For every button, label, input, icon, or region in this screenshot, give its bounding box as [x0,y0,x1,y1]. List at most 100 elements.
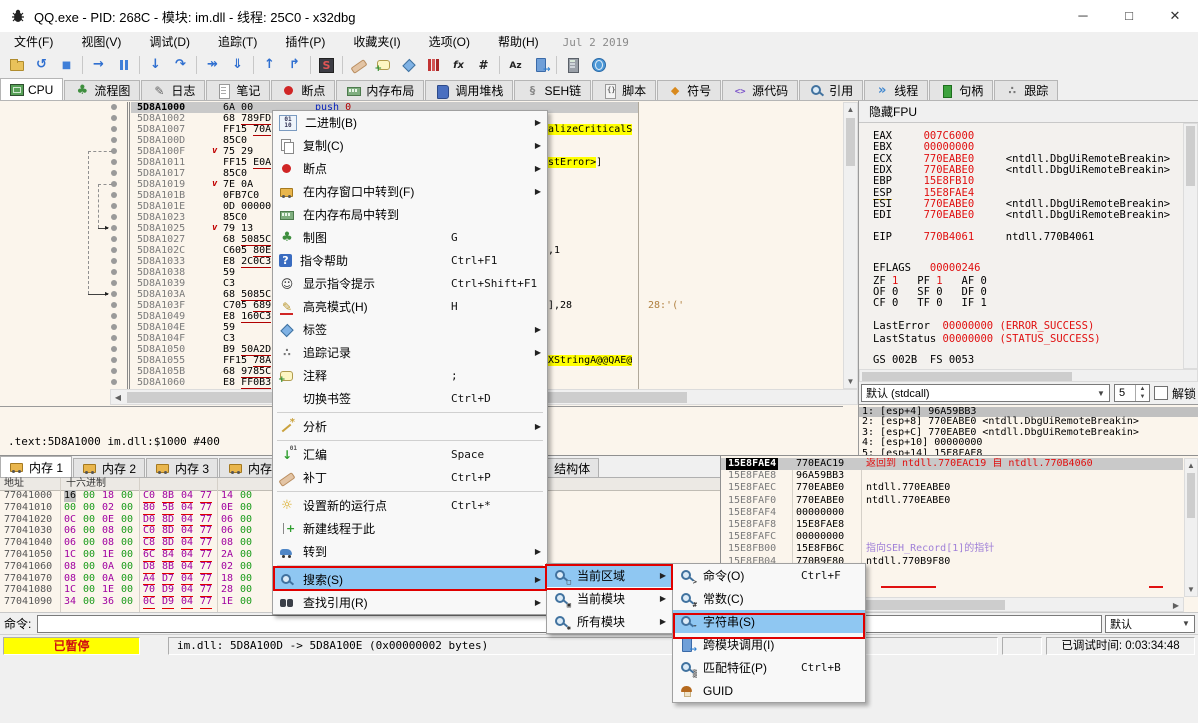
menu-item-highlight-mode[interactable]: 高亮模式(H)H [273,295,547,318]
breakpoint-dot-icon[interactable] [111,115,117,121]
toolbar-button-syscall-phone[interactable] [528,54,553,76]
calling-convention-select[interactable]: 默认 (stdcall) ▼ [861,384,1110,402]
register-row-eflags[interactable]: EFLAGS 00000246 [873,262,980,274]
close-button[interactable]: ✕ [1152,0,1198,32]
registers-view[interactable]: EAX 007C6000EBX 00000000ECX 770EABE0 <nt… [859,123,1183,369]
breakpoint-dot-icon[interactable] [111,291,117,297]
toolbar-button-pause[interactable] [111,54,136,76]
hide-fpu-button[interactable]: 隐藏FPU [859,101,1198,123]
command-mode-select[interactable]: 默认 ▼ [1105,615,1195,633]
menu-item-instruction-help[interactable]: 指令帮助Ctrl+F1 [273,249,547,272]
menu-item-label[interactable]: 标签▶ [273,318,547,341]
toolbar-button-function[interactable] [446,54,471,76]
menu-item-current-region[interactable]: □当前区域▶ [547,564,672,587]
register-row-eax[interactable]: EAX 007C6000 [873,130,974,142]
tab-handles[interactable]: 句柄 [929,80,993,100]
menu-item-current-module[interactable]: ▣当前模块▶ [547,587,672,610]
breakpoint-dot-icon[interactable] [111,203,117,209]
toolbar-button-run-to-user-code[interactable] [282,54,307,76]
register-row-edx[interactable]: EDX 770EABE0 <ntdll.DbgUiRemoteBreakin> [873,164,1170,176]
register-row-ebp[interactable]: EBP 15E8FB10 [873,175,974,187]
arguments-view[interactable]: 1: [esp+4] 96A59BB32: [esp+8] 770EABE0 <… [859,404,1198,456]
tab-symbols[interactable]: 符号 [657,80,721,100]
menu-item-constant[interactable]: #常数(C) [673,587,865,610]
toolbar-button-step-over[interactable] [168,54,193,76]
tab-call-stack[interactable]: 调用堆栈 [425,80,513,100]
segment-registers-row[interactable]: GS 002B FS 0053 [873,354,974,366]
breakpoint-dot-icon[interactable] [111,214,117,220]
tab-breakpoints[interactable]: 断点 [271,80,335,100]
menu-item-string-references[interactable]: ❞字符串(S) [673,610,865,633]
menu-item-search[interactable]: 搜索(S)▶ [273,568,547,591]
tab-graph[interactable]: 流程图 [64,80,140,100]
breakpoint-dot-icon[interactable] [111,104,117,110]
menu-item-show-instruction-tips[interactable]: 显示指令提示Ctrl+Shift+F1 [273,272,547,295]
menu-item-toggle-bookmark[interactable]: 切换书签Ctrl+D [273,387,547,410]
menu-item-pattern[interactable]: ▒匹配特征(P)Ctrl+B [673,656,865,679]
menu-item-analysis[interactable]: 分析▶ [273,415,547,438]
tab-notes[interactable]: 笔记 [206,80,270,100]
breakpoint-dot-icon[interactable] [111,192,117,198]
toolbar-button-execute-till-return[interactable] [225,54,250,76]
menu-item-breakpoint[interactable]: 断点▶ [273,157,547,180]
toolbar-button-step-out[interactable] [257,54,282,76]
breakpoint-dot-icon[interactable] [111,302,117,308]
argument-count-stepper[interactable]: 5 ▲▼ [1114,384,1150,402]
toolbar-button-restart[interactable] [29,54,54,76]
breakpoint-dot-icon[interactable] [111,126,117,132]
toolbar-button-open-folder[interactable] [4,54,29,76]
dump-tab-dump-2[interactable]: 内存 2 [73,458,145,477]
breakpoint-dot-icon[interactable] [111,137,117,143]
menubar-item-2[interactable]: 调试(D) [135,32,204,52]
menu-item-guid[interactable]: GUID [673,679,865,702]
menubar-item-7[interactable]: 帮助(H) [484,32,553,52]
stack-row[interactable]: 15E8FAF400000000 [721,507,1183,519]
stack-row[interactable]: 15E8FAE4770EAC19返回到 ntdll.770EAC19 自 ntd… [721,458,1183,470]
menu-item-set-new-origin[interactable]: 设置新的运行点Ctrl+* [273,494,547,517]
register-row-eip[interactable]: EIP 770B4061 ntdll.770B4061 [873,231,1094,243]
breakpoint-dot-icon[interactable] [111,225,117,231]
breakpoint-dot-icon[interactable] [111,159,117,165]
menu-item-assemble[interactable]: 汇编Space [273,443,547,466]
tab-seh-chain[interactable]: SEH链 [514,80,591,100]
breakpoint-dot-icon[interactable] [111,170,117,176]
menu-item-command[interactable]: >命令(O)Ctrl+F [673,564,865,587]
menubar-item-4[interactable]: 插件(P) [271,32,339,52]
stepper-arrows-icon[interactable]: ▲▼ [1135,385,1149,401]
breakpoint-dot-icon[interactable] [111,324,117,330]
menubar-item-3[interactable]: 追踪(T) [204,32,271,52]
toolbar-button-internet[interactable] [585,54,610,76]
toolbar-button-step-into[interactable] [143,54,168,76]
stack-row[interactable]: 15E8FAF0770EABE0ntdll.770EABE0 [721,495,1183,507]
breakpoint-dot-icon[interactable] [111,357,117,363]
menu-item-copy[interactable]: 复制(C)▶ [273,134,547,157]
register-row-ecx[interactable]: ECX 770EABE0 <ntdll.DbgUiRemoteBreakin> [873,153,1170,165]
breakpoint-dot-icon[interactable] [111,258,117,264]
menu-item-graph[interactable]: 制图G [273,226,547,249]
breakpoint-dot-icon[interactable] [111,236,117,242]
menubar-item-6[interactable]: 选项(O) [415,32,484,52]
breakpoint-dot-icon[interactable] [111,346,117,352]
breakpoint-dot-icon[interactable] [111,313,117,319]
toolbar-button-trace-into[interactable] [200,54,225,76]
stack-row[interactable]: 15E8FAEC770EABE0ntdll.770EABE0 [721,482,1183,494]
stack-row[interactable]: 15E8FAE896A59BB3 [721,470,1183,482]
toolbar-button-strings-badge[interactable] [314,54,339,76]
menu-item-intermodular-calls[interactable]: 跨模块调用(I) [673,633,865,656]
toolbar-button-comment[interactable] [371,54,396,76]
register-row-esi[interactable]: ESI 770EABE0 <ntdll.DbgUiRemoteBreakin> [873,198,1170,210]
menu-item-goto[interactable]: 转到▶ [273,540,547,563]
breakpoint-dot-icon[interactable] [111,379,117,385]
breakpoint-dot-icon[interactable] [111,335,117,341]
breakpoint-dot-icon[interactable] [111,269,117,275]
menubar-item-0[interactable]: 文件(F) [0,32,67,52]
toolbar-button-constant[interactable] [471,54,496,76]
tab-cpu[interactable]: CPU [0,78,63,100]
unlock-checkbox[interactable] [1154,386,1168,400]
menu-item-trace-record[interactable]: 追踪记录▶ [273,341,547,364]
stack-vscrollbar[interactable]: ▲ ▼ [1184,458,1198,597]
toolbar-button-run[interactable] [86,54,111,76]
flags-row[interactable]: CF 0 TF 0 IF 1 [873,297,987,309]
maximize-button[interactable]: □ [1106,0,1152,32]
breakpoint-dot-icon[interactable] [111,368,117,374]
